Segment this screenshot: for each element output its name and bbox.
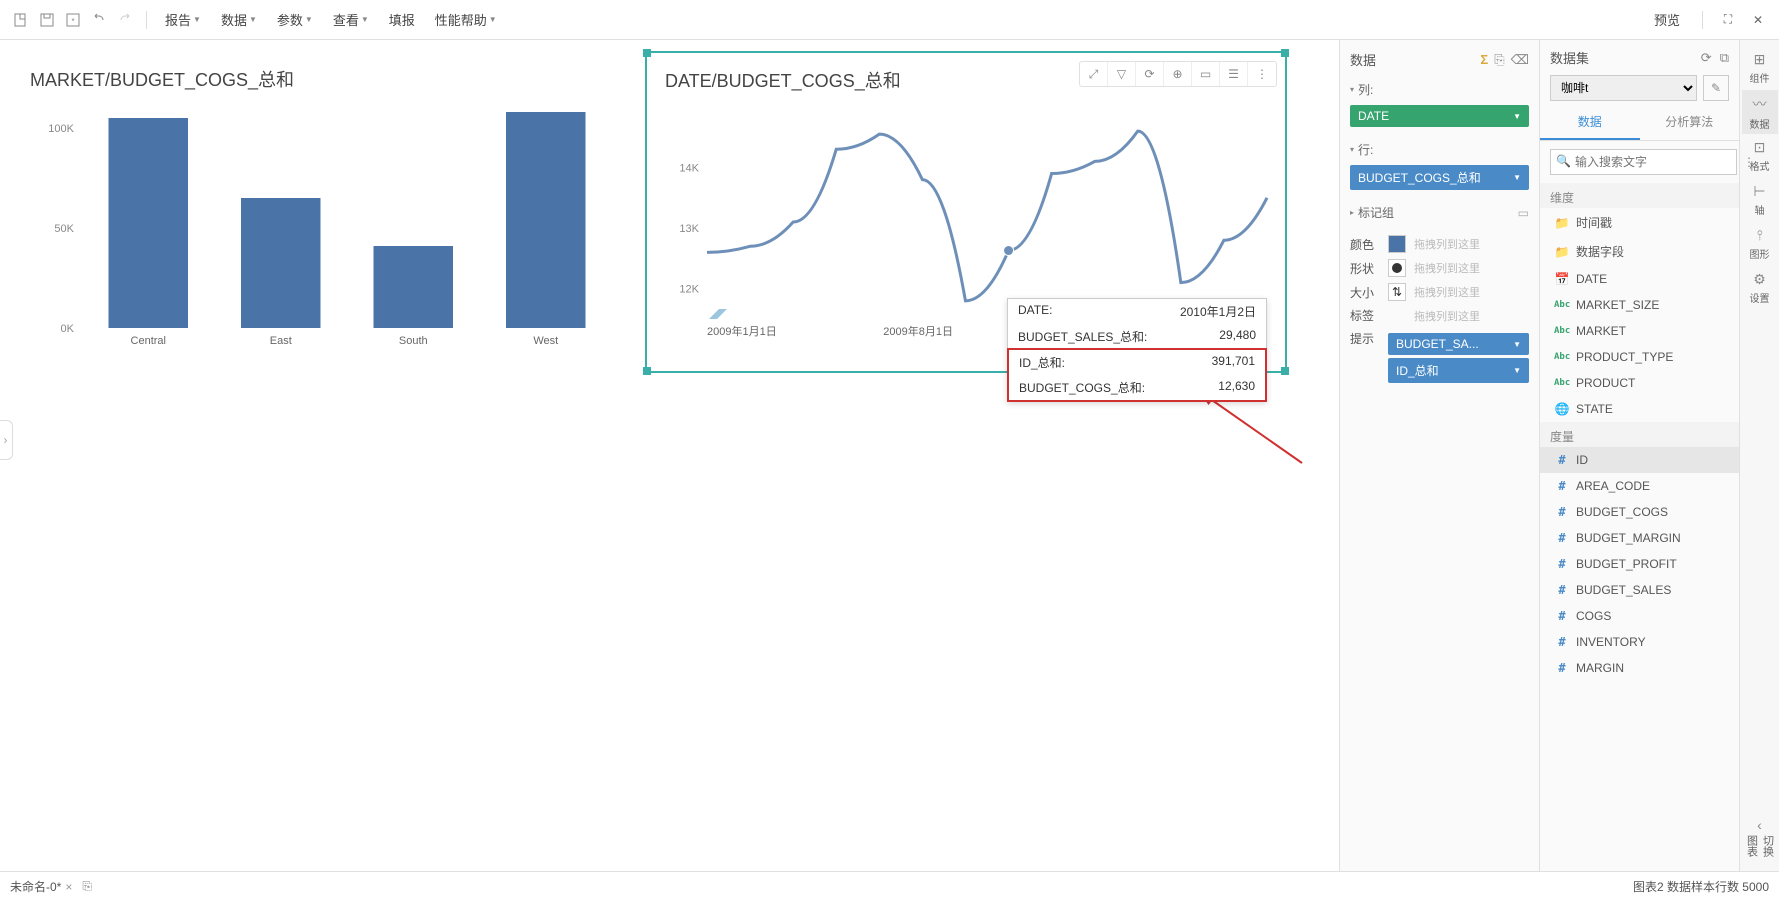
markgroup-section[interactable]: ▸标记组▭ [1350, 200, 1529, 225]
shape-swatch[interactable] [1388, 259, 1406, 277]
dim-item[interactable]: AbcPRODUCT_TYPE [1540, 344, 1739, 370]
svg-text:13K: 13K [679, 223, 699, 235]
close-icon[interactable]: ✕ [1747, 9, 1769, 31]
svg-text:Central: Central [131, 335, 166, 347]
measure-item[interactable]: #BUDGET_SALES [1540, 577, 1739, 603]
size-swatch[interactable]: ⇅ [1388, 283, 1406, 301]
columns-section[interactable]: ▾列: [1350, 77, 1529, 102]
dimension-header: 维度 [1540, 183, 1739, 208]
side-数据[interactable]: 〰数据 [1742, 90, 1778, 134]
fullscreen-icon[interactable]: ⛶ [1717, 9, 1739, 31]
chart-date[interactable]: ⤢ ▽ ⟳ ⊕ ▭ ☰ ⋮ DATE/BUDGET_COGS_总和 12K13K… [646, 52, 1286, 372]
new-icon[interactable] [10, 9, 32, 31]
dataset-panel: 数据集 ⟳⧉ 咖啡t ✎ 数据 分析算法 🔍 ⋮ 维度 📁时间戳📁数据字段📅DA… [1539, 40, 1739, 871]
measure-item[interactable]: #COGS [1540, 603, 1739, 629]
refresh-icon[interactable]: ⟳ [1701, 50, 1712, 66]
tool-list-icon[interactable]: ☰ [1220, 62, 1248, 86]
document-tab[interactable]: 未命名-0*× [10, 878, 72, 895]
dataset-title: 数据集 [1550, 48, 1589, 67]
dim-item[interactable]: 📁数据字段 [1540, 237, 1739, 266]
tip-pill-id[interactable]: ID_总和▼ [1388, 358, 1529, 383]
tool-select-icon[interactable]: ▭ [1192, 62, 1220, 86]
menu-fill[interactable]: 填报 [381, 6, 423, 33]
add-col-icon[interactable]: ⎘ [1494, 52, 1504, 68]
svg-text:South: South [399, 335, 428, 347]
search-icon: 🔍 [1556, 154, 1571, 168]
dim-item[interactable]: 📁时间戳 [1540, 208, 1739, 237]
svg-text:50K: 50K [54, 223, 74, 235]
link-icon[interactable]: ⧉ [1720, 50, 1729, 66]
svg-text:100K: 100K [48, 123, 74, 135]
svg-text:12K: 12K [679, 284, 699, 296]
svg-text:2009年1月1日: 2009年1月1日 [707, 324, 777, 338]
clear-icon[interactable]: ⌫ [1511, 52, 1529, 68]
canvas: › MARKET/BUDGET_COGS_总和 0K 50K 100K Central… [0, 40, 1339, 871]
add-tab-icon[interactable]: ⎘ [82, 879, 92, 894]
expand-handle[interactable]: › [0, 420, 13, 460]
config-title: 数据 [1350, 50, 1376, 69]
measure-item[interactable]: #BUDGET_PROFIT [1540, 551, 1739, 577]
save-icon[interactable] [36, 9, 58, 31]
svg-text:*: * [71, 17, 74, 26]
svg-text:0K: 0K [61, 323, 75, 335]
dim-item[interactable]: AbcMARKET [1540, 318, 1739, 344]
sigma-icon[interactable]: Σ [1480, 52, 1488, 68]
tab-analysis[interactable]: 分析算法 [1640, 105, 1740, 140]
svg-text:East: East [270, 335, 292, 347]
dataset-select[interactable]: 咖啡t [1550, 75, 1697, 101]
tool-rotate-icon[interactable]: ⟳ [1136, 62, 1164, 86]
side-轴[interactable]: ⊢轴 [1742, 178, 1778, 222]
tool-zoom-icon[interactable]: ⊕ [1164, 62, 1192, 86]
side-设置[interactable]: ⚙设置 [1742, 266, 1778, 310]
dim-item[interactable]: 🌐STATE [1540, 396, 1739, 422]
config-panel: 数据 Σ ⎘ ⌫ ▾列: DATE▼ ▾行: BUDGET_COGS_总和▼ ▸… [1339, 40, 1539, 871]
tool-maximize-icon[interactable]: ⤢ [1080, 62, 1108, 86]
saveas-icon[interactable]: * [62, 9, 84, 31]
chart1-title: MARKET/BUDGET_COGS_总和 [12, 52, 632, 98]
measure-item[interactable]: #ID [1540, 447, 1739, 473]
measure-item[interactable]: #BUDGET_COGS [1540, 499, 1739, 525]
measure-item[interactable]: #BUDGET_MARGIN [1540, 525, 1739, 551]
preview-button[interactable]: 预览 [1646, 6, 1688, 33]
side-组件[interactable]: ⊞组件 [1742, 46, 1778, 90]
chart-market[interactable]: MARKET/BUDGET_COGS_总和 0K 50K 100K Central Ea… [12, 52, 632, 372]
tool-more-icon[interactable]: ⋮ [1248, 62, 1276, 86]
svg-text:14K: 14K [679, 162, 699, 174]
measure-item[interactable]: #INVENTORY [1540, 629, 1739, 655]
menu-perf[interactable]: 性能帮助▼ [427, 6, 505, 33]
chart-tools: ⤢ ▽ ⟳ ⊕ ▭ ☰ ⋮ [1079, 61, 1277, 87]
color-swatch[interactable] [1388, 235, 1406, 253]
search-input[interactable] [1550, 149, 1737, 175]
svg-text:West: West [533, 335, 558, 347]
menu-view[interactable]: 查看▼ [325, 6, 377, 33]
measure-header: 度量 [1540, 422, 1739, 447]
measure-item[interactable]: #AREA_CODE [1540, 473, 1739, 499]
search-more-icon[interactable]: ⋮ [1743, 155, 1755, 169]
switch-icon: ‹ [1757, 817, 1762, 833]
redo-icon[interactable] [114, 9, 136, 31]
undo-icon[interactable] [88, 9, 110, 31]
menu-report[interactable]: 报告▼ [157, 6, 209, 33]
dim-item[interactable]: 📅DATE [1540, 266, 1739, 292]
rows-section[interactable]: ▾行: [1350, 137, 1529, 162]
close-tab-icon[interactable]: × [65, 880, 72, 894]
tab-data[interactable]: 数据 [1540, 105, 1640, 140]
side-switch-chart[interactable]: ‹ 切换图表 [1742, 817, 1778, 861]
tool-filter-icon[interactable]: ▽ [1108, 62, 1136, 86]
side-图形[interactable]: ⫯图形 [1742, 222, 1778, 266]
dim-item[interactable]: AbcPRODUCT [1540, 370, 1739, 396]
status-info: 图表2 数据样本行数 5000 [1633, 878, 1769, 895]
toolbar: * 报告▼ 数据▼ 参数▼ 查看▼ 填报 性能帮助▼ 预览 ⛶ ✕ [0, 0, 1779, 40]
column-pill-date[interactable]: DATE▼ [1350, 105, 1529, 127]
measure-item[interactable]: #MARGIN [1540, 655, 1739, 681]
menu-data[interactable]: 数据▼ [213, 6, 265, 33]
svg-text:2009年8月1日: 2009年8月1日 [883, 324, 953, 338]
row-pill-budget[interactable]: BUDGET_COGS_总和▼ [1350, 165, 1529, 190]
tip-pill-sales[interactable]: BUDGET_SA...▼ [1388, 333, 1529, 355]
status-bar: 未命名-0*× ⎘ 图表2 数据样本行数 5000 [0, 871, 1779, 901]
chart-tooltip: DATE:2010年1月2日 BUDGET_SALES_总和:29,480 ID… [1007, 298, 1267, 402]
dim-item[interactable]: AbcMARKET_SIZE [1540, 292, 1739, 318]
edit-dataset-icon[interactable]: ✎ [1703, 75, 1729, 101]
menu-params[interactable]: 参数▼ [269, 6, 321, 33]
